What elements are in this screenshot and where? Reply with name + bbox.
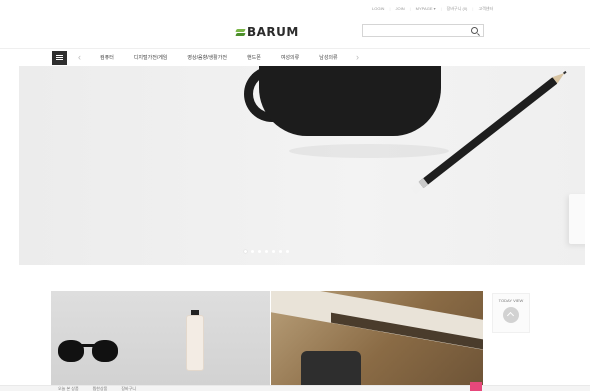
clothing-shop-banner[interactable] — [271, 291, 483, 386]
slide-dot[interactable] — [265, 250, 268, 253]
nav-item-computer[interactable]: 컴퓨터 — [100, 54, 114, 61]
nav-item-digital[interactable]: 디지털가전/게임 — [134, 54, 168, 61]
nav-item-appliance[interactable]: 영상/음향/생활가전 — [187, 54, 227, 61]
wishlist-tab[interactable]: 찜한상품 — [93, 386, 108, 392]
divider: | — [472, 6, 474, 11]
menu-icon[interactable] — [52, 51, 67, 65]
utility-links: LOGIN | JOIN | MYPAGE ▾ | 장바구니 (0) | 고객센… — [372, 6, 493, 12]
cart-tab[interactable]: 장바구니 — [121, 386, 136, 392]
divider: | — [440, 6, 442, 11]
white-block-image — [569, 194, 585, 244]
main-nav: ‹ 컴퓨터 디지털가전/게임 영상/음향/생활가전 핸드폰 여성의류 남성의류 … — [0, 48, 590, 67]
clothing-rack-image — [301, 351, 361, 386]
mug-shadow — [289, 144, 449, 158]
divider: | — [409, 6, 411, 11]
join-link[interactable]: JOIN — [396, 6, 405, 12]
logo-text: BARUM — [247, 25, 299, 39]
cart-link[interactable]: 장바구니 (0) — [447, 6, 468, 12]
nav-item-phone[interactable]: 핸드폰 — [247, 54, 261, 61]
bottom-bar: 오늘 본 상품 찜한상품 장바구니 — [0, 382, 590, 392]
scroll-top-icon[interactable] — [503, 307, 519, 323]
slide-dot[interactable] — [258, 250, 261, 253]
category-list: 컴퓨터 디지털가전/게임 영상/음향/생활가전 핸드폰 여성의류 남성의류 — [100, 54, 358, 61]
search-input[interactable] — [363, 31, 471, 43]
slide-dot[interactable] — [272, 250, 275, 253]
search-icon[interactable] — [471, 27, 478, 34]
site-logo[interactable]: BARUM — [236, 25, 299, 39]
chevron-left-icon[interactable]: ‹ — [78, 52, 81, 62]
search-box — [362, 24, 484, 43]
recent-items-tab[interactable]: 오늘 본 상품 — [58, 386, 79, 392]
slide-indicators — [244, 250, 289, 253]
mypage-link[interactable]: MYPAGE ▾ — [416, 6, 436, 12]
logo-mark-icon — [236, 28, 245, 37]
today-view-panel: TODAY VIEW — [492, 293, 530, 333]
nav-item-women[interactable]: 여성의류 — [281, 54, 299, 61]
cosmetic-bottle-image — [187, 316, 203, 370]
nav-item-men[interactable]: 남성의류 — [319, 54, 337, 61]
today-view-label: TODAY VIEW — [498, 298, 524, 303]
customer-center-link[interactable]: 고객센터 — [478, 6, 493, 12]
slide-dot[interactable] — [251, 250, 254, 253]
login-link[interactable]: LOGIN — [372, 6, 384, 12]
slide-dot[interactable] — [244, 250, 247, 253]
hero-banner[interactable] — [19, 66, 585, 265]
chevron-right-icon[interactable]: › — [356, 52, 359, 62]
slide-dot[interactable] — [279, 250, 282, 253]
slide-dot[interactable] — [286, 250, 289, 253]
black-mug-image — [259, 66, 441, 136]
divider: | — [389, 6, 391, 11]
sunglasses-image — [58, 330, 128, 366]
